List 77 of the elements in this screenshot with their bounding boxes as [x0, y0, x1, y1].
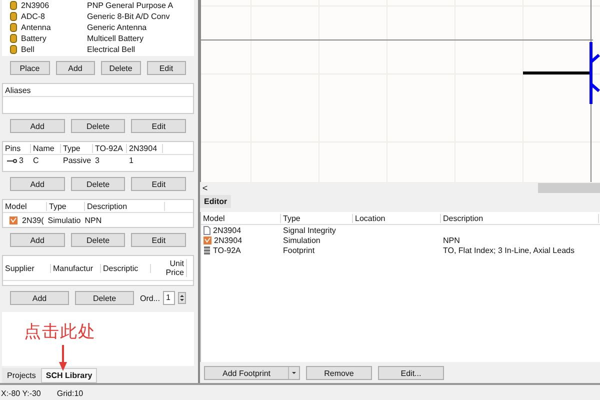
- component-description: Electrical Bell: [87, 44, 136, 54]
- table-cell-text: 1: [128, 156, 134, 165]
- button[interactable]: Add: [10, 119, 65, 133]
- column-header[interactable]: Type: [61, 144, 93, 152]
- column-header[interactable]: 2N3904: [127, 144, 163, 152]
- table-cell-text: 2N39(: [21, 216, 44, 224]
- column-header[interactable]: Type: [47, 202, 85, 210]
- component-name[interactable]: Battery: [21, 34, 87, 42]
- component-name[interactable]: ADC-8: [21, 12, 87, 20]
- component-name[interactable]: Antenna: [21, 22, 87, 32]
- column-header[interactable]: Model: [3, 202, 47, 210]
- table-cell-text: Simulatio: [46, 216, 81, 224]
- column-header[interactable]: Manufactur: [51, 264, 101, 272]
- table-cell: TO-92A: [213, 246, 241, 255]
- table-cell-text: C: [32, 156, 40, 165]
- table-cell-text: Signal Integrity: [282, 226, 337, 235]
- column-header[interactable]: Aliases: [3, 86, 193, 94]
- button[interactable]: Place: [10, 61, 50, 75]
- button[interactable]: Add: [10, 291, 69, 305]
- button[interactable]: Edit: [146, 61, 186, 75]
- spinner-arrows-icon[interactable]: [178, 292, 186, 304]
- table-cell: 2N3904: [214, 236, 242, 245]
- component-description: PNP General Purpose A: [87, 0, 174, 10]
- column-header[interactable]: Location: [353, 214, 441, 223]
- column-header[interactable]: Model: [201, 214, 281, 223]
- column-header[interactable]: Supplier: [3, 264, 51, 272]
- pin-icon: [7, 158, 17, 164]
- footprint-icon: [203, 246, 211, 255]
- annotation-arrow: [58, 345, 68, 371]
- button[interactable]: Remove: [306, 366, 372, 380]
- column-header[interactable]: Description: [441, 214, 599, 223]
- component-name[interactable]: 2N3906: [21, 0, 87, 10]
- column-header[interactable]: TO-92A: [93, 144, 127, 152]
- button[interactable]: Edit: [131, 233, 186, 247]
- table-cell-text: 3: [94, 156, 100, 165]
- panel-tab[interactable]: Projects: [2, 368, 41, 383]
- table-cell-text: 3: [18, 156, 24, 165]
- table-cell-text: Simulation: [282, 236, 322, 245]
- component-description: Generic 8-Bit A/D Conv: [87, 12, 170, 20]
- button[interactable]: Delete: [70, 119, 126, 133]
- button[interactable]: Delete: [70, 177, 126, 191]
- table-cell: TO, Flat Index; 3 In-Line, Axial Leads: [443, 246, 574, 255]
- button[interactable]: Delete: [75, 291, 134, 305]
- component-name[interactable]: Bell: [21, 44, 87, 54]
- button[interactable]: Add: [56, 61, 95, 75]
- panel-tab[interactable]: SCH Library: [40, 368, 98, 383]
- button[interactable]: Edit...: [378, 366, 444, 380]
- column-header[interactable]: Descriptic: [101, 264, 151, 272]
- button[interactable]: Edit: [131, 119, 186, 133]
- column-header[interactable]: Pins: [3, 144, 31, 152]
- table-cell-text: Footprint: [282, 246, 316, 255]
- editor-tab[interactable]: Editor: [200, 195, 232, 208]
- order-spinner[interactable]: 1: [163, 291, 176, 305]
- column-header[interactable]: Unit Price: [151, 259, 187, 277]
- button[interactable]: Add: [10, 177, 65, 191]
- annotation-text: 点击此处: [24, 321, 96, 343]
- button[interactable]: Delete: [101, 61, 140, 75]
- table-cell: 2N3904: [213, 226, 242, 235]
- column-header[interactable]: Name: [31, 144, 61, 152]
- component-description: Multicell Battery: [87, 34, 144, 42]
- cursor-position: X:-80 Y:-30: [1, 389, 41, 398]
- grid-size: Grid:10: [56, 389, 84, 398]
- column-header[interactable]: Type: [281, 214, 353, 223]
- button[interactable]: Delete: [70, 233, 126, 247]
- simulation-model-icon: [203, 236, 212, 245]
- button[interactable]: Add: [10, 233, 65, 247]
- order-label: Ord...: [140, 294, 160, 302]
- simulation-model-icon: [9, 216, 18, 224]
- button[interactable]: Edit: [131, 177, 186, 191]
- add-footprint-button[interactable]: Add Footprint: [204, 366, 300, 380]
- column-header[interactable]: Description: [85, 202, 165, 210]
- scrollbar-thumb[interactable]: [538, 183, 600, 194]
- table-cell-text: NPN: [84, 216, 102, 224]
- component-description: Generic Antenna: [87, 22, 147, 32]
- table-cell: NPN: [443, 236, 460, 245]
- scroll-left-button[interactable]: <: [200, 183, 210, 194]
- table-cell-text: Passive: [62, 156, 92, 165]
